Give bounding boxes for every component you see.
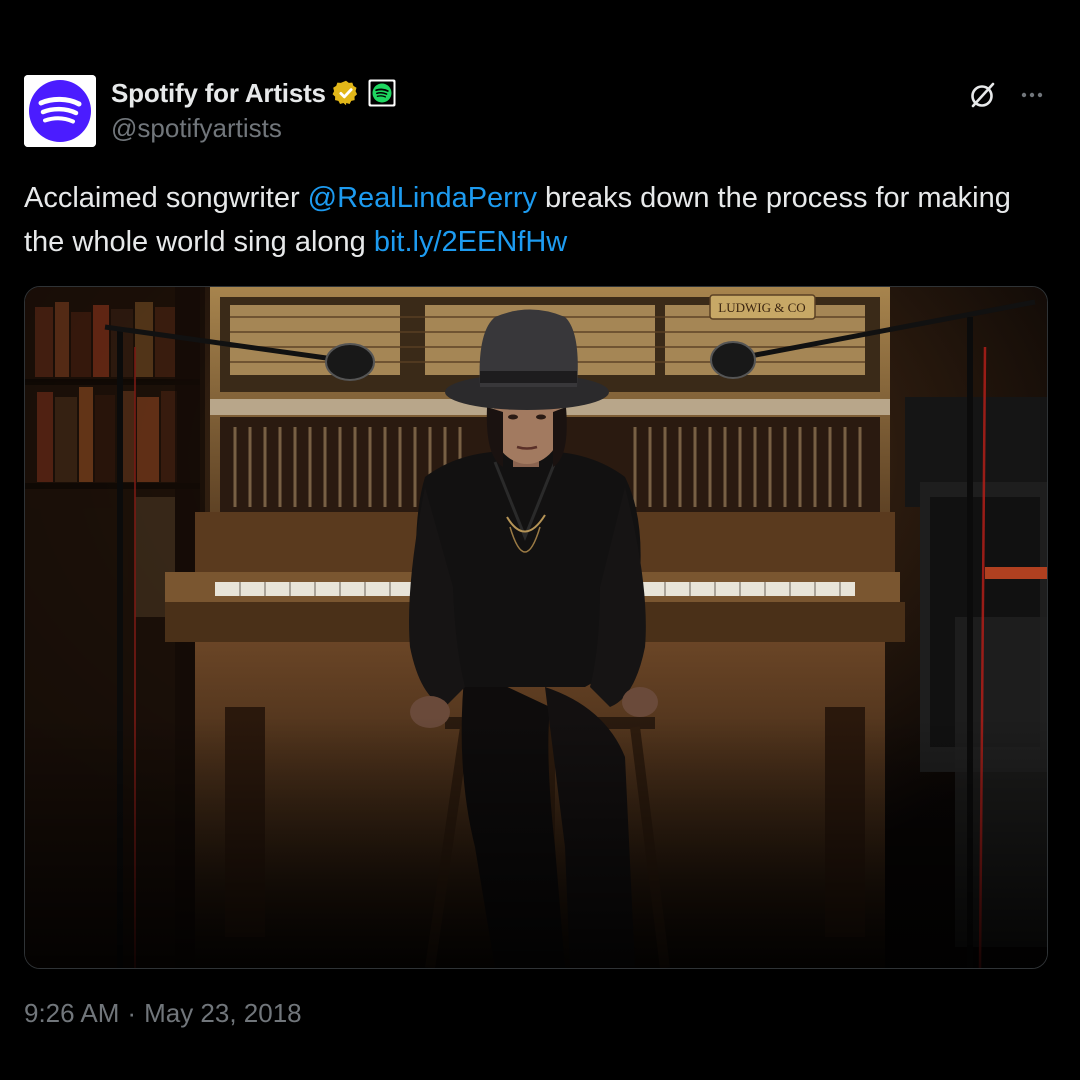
grok-icon: [971, 82, 995, 108]
display-name[interactable]: Spotify for Artists: [111, 78, 326, 109]
tweet-text-part1: Acclaimed songwriter: [24, 182, 308, 214]
tweet-photo[interactable]: LUDWIG & CO: [24, 286, 1048, 969]
account-name-row: Spotify for Artists: [111, 76, 396, 110]
timestamp-separator: ·: [127, 998, 137, 1028]
tweet-timestamp[interactable]: 9:26 AM · May 23, 2018: [24, 998, 302, 1029]
spotify-affiliate-icon[interactable]: [368, 79, 396, 107]
spotify-for-artists-logo-icon: [24, 75, 96, 147]
grok-button[interactable]: [966, 78, 1000, 112]
more-options-button[interactable]: [1015, 78, 1049, 112]
more-dots-icon: [1021, 92, 1043, 98]
mention-link[interactable]: @RealLindaPerry: [308, 182, 537, 214]
tweet-card: Spotify for Artists @spotifyartists Accl…: [0, 0, 1080, 1080]
tweet-text: Acclaimed songwriter @RealLindaPerry bre…: [24, 176, 1054, 264]
account-handle[interactable]: @spotifyartists: [111, 113, 282, 144]
verified-badge-icon[interactable]: [332, 79, 360, 107]
account-avatar[interactable]: [24, 75, 96, 147]
timestamp-date: May 23, 2018: [144, 998, 302, 1028]
photo-linda-perry-at-piano: LUDWIG & CO: [25, 287, 1047, 968]
piano-brand-text: LUDWIG & CO: [718, 300, 805, 315]
url-link[interactable]: bit.ly/2EENfHw: [374, 226, 567, 258]
timestamp-time: 9:26 AM: [24, 998, 120, 1028]
